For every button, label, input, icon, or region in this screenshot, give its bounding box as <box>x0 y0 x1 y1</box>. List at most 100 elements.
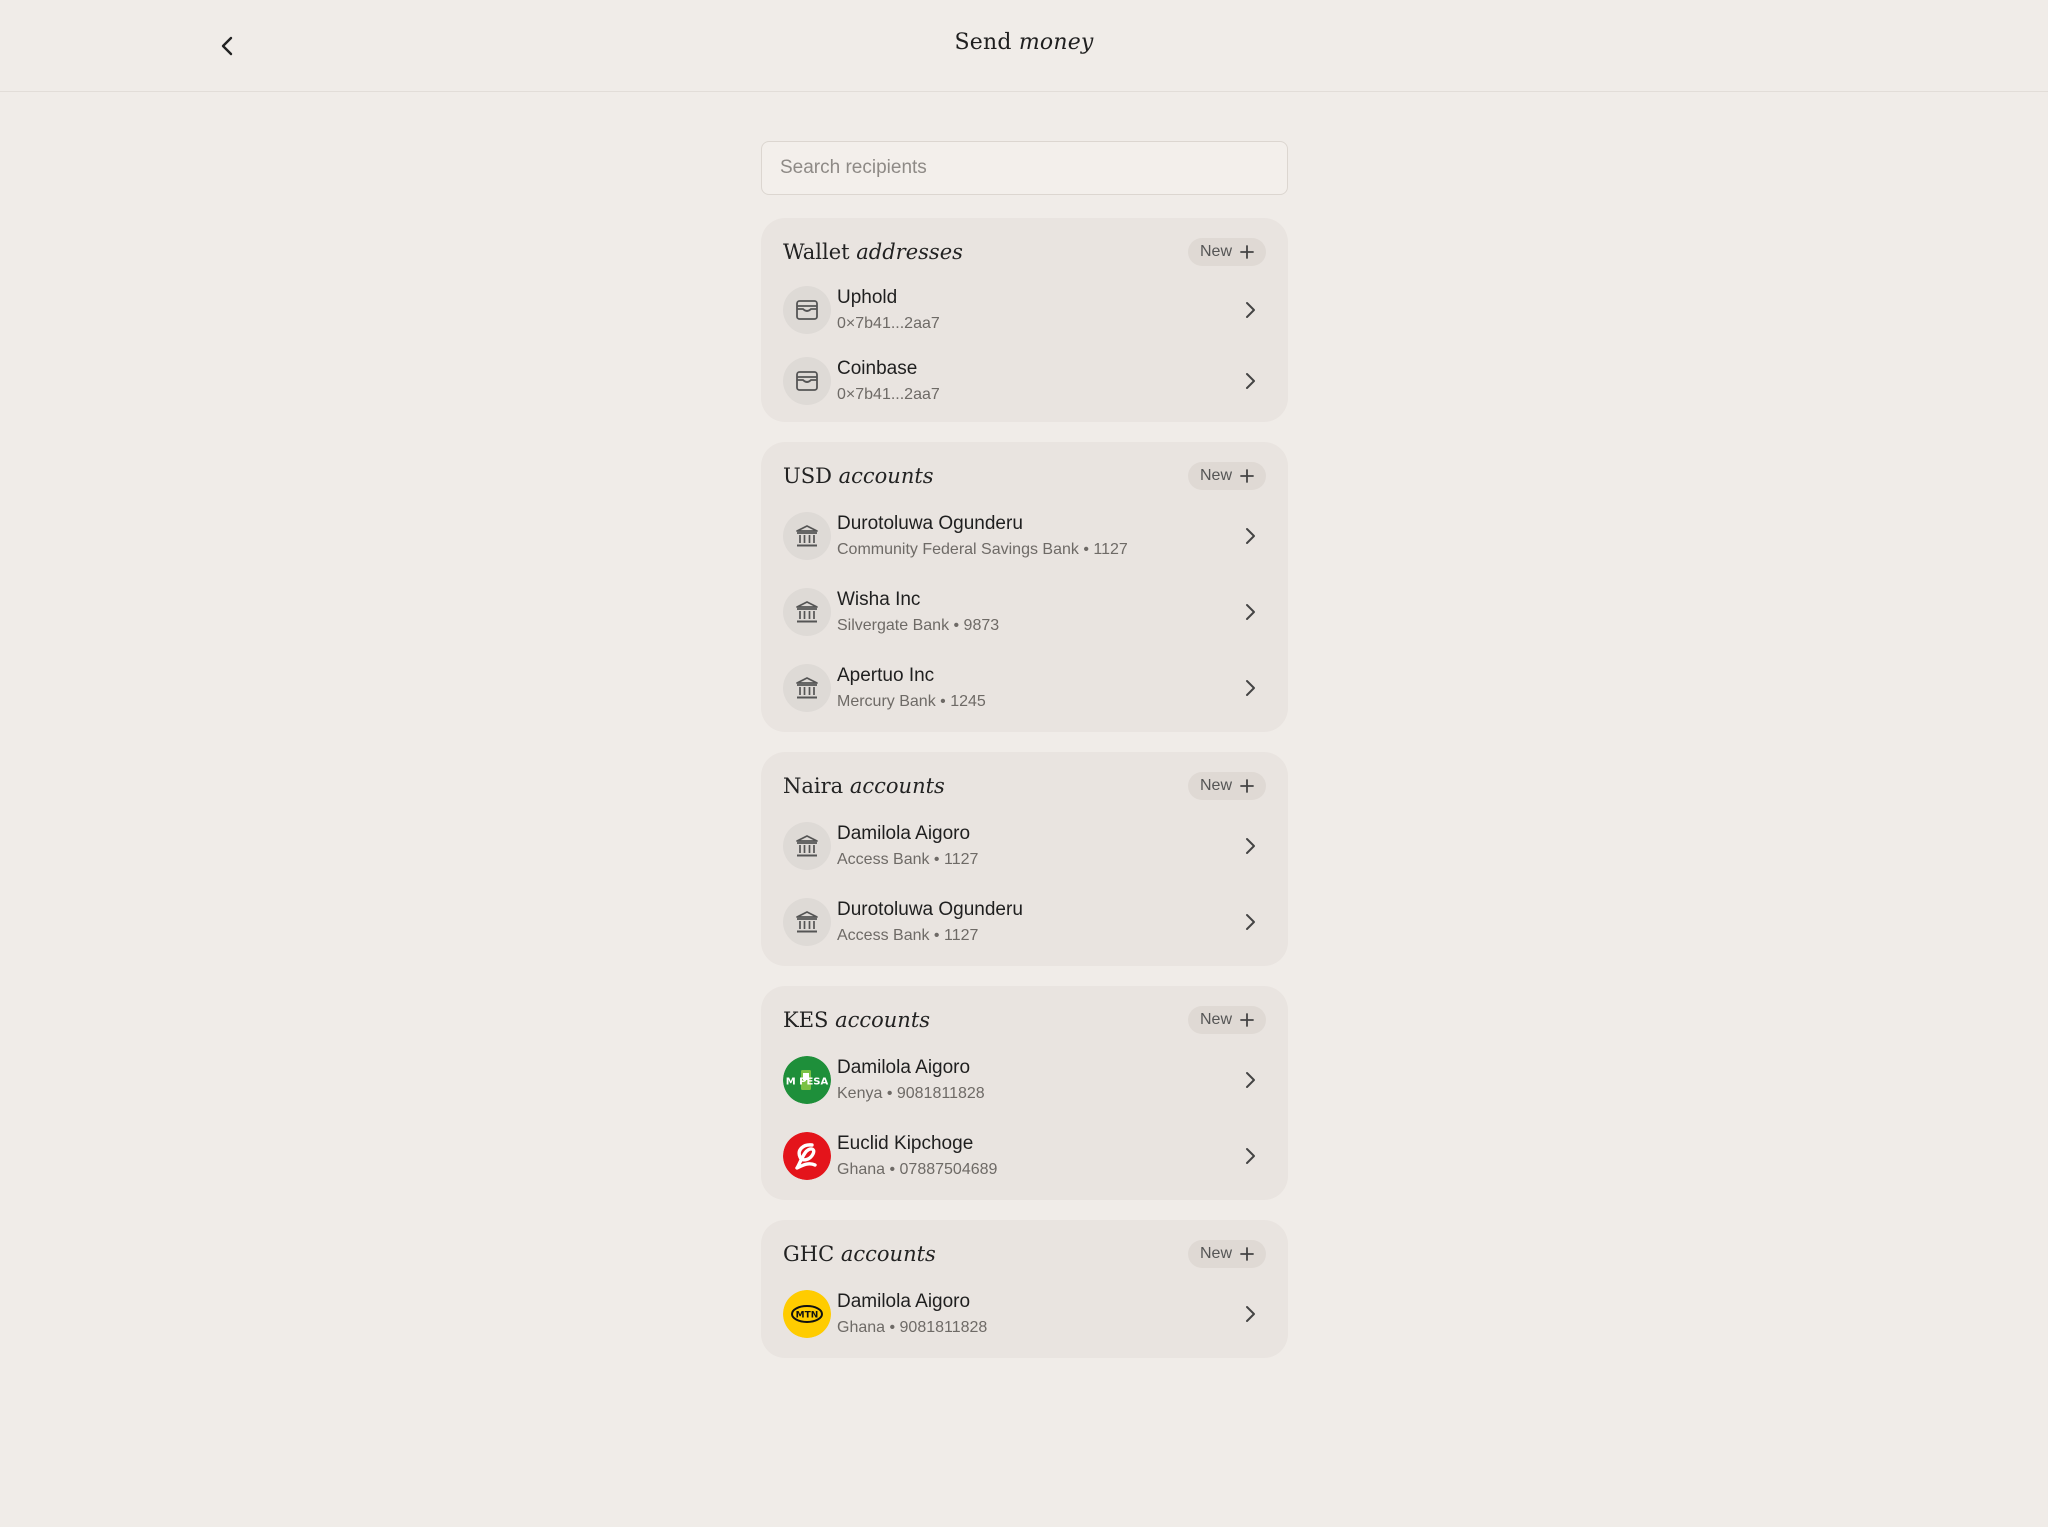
recipient-name: Durotoluwa Ogunderu <box>837 513 1023 534</box>
recipient-avatar <box>783 512 831 560</box>
search-input[interactable] <box>761 141 1288 195</box>
recipient-row[interactable]: Durotoluwa Ogunderu Community Federal Sav… <box>783 498 1266 574</box>
open-recipient-chevron[interactable] <box>1234 596 1266 628</box>
recipient-row[interactable]: Euclid Kipchoge Ghana • 07887504689 <box>783 1118 1266 1194</box>
new-button-label: New <box>1199 1011 1232 1028</box>
svg-text:M PESA: M PESA <box>786 1077 829 1088</box>
recipient-avatar <box>783 1132 831 1180</box>
open-recipient-chevron[interactable] <box>1234 294 1266 326</box>
recipient-account: Community Federal Savings Bank • 1127 <box>837 541 1128 558</box>
recipient-account: Mercury Bank • 1245 <box>837 693 986 710</box>
recipient-avatar <box>783 356 831 405</box>
recipient-avatar <box>783 822 831 870</box>
bank-icon <box>796 911 818 933</box>
wallet-icon <box>796 370 818 391</box>
chevron-right-icon <box>1246 528 1255 544</box>
plus-icon <box>1240 1013 1254 1027</box>
wallet-icon <box>796 299 818 320</box>
page-title-italic: money <box>1018 30 1094 55</box>
recipient-details: Durotoluwa Ogunderu Community Federal Sav… <box>837 511 1234 561</box>
open-recipient-chevron[interactable] <box>1234 1064 1266 1096</box>
section-title-plain: Wallet <box>783 240 850 264</box>
new-recipient-button[interactable]: New <box>1187 1240 1266 1268</box>
recipient-row[interactable]: Coinbase 0×7b41...2aa7 <box>783 345 1266 416</box>
section-title: Wallet addresses <box>783 240 963 264</box>
recipients-panel: Wallet addresses New Uphold0×7b41...2aa7 Co… <box>761 141 1288 1358</box>
recipient-avatar <box>783 898 831 946</box>
section-title-italic: addresses <box>856 240 963 264</box>
recipient-account: 0×7b41...2aa7 <box>837 385 940 403</box>
recipient-row[interactable]: MTN Damilola Aigoro Ghana • 9081811828 <box>783 1276 1266 1352</box>
section-title-plain: Naira <box>783 774 844 798</box>
new-recipient-button[interactable]: New <box>1187 772 1266 800</box>
section-title-plain: KES <box>783 1008 829 1032</box>
page-title-plain: Send <box>954 30 1012 55</box>
section-ghc: GHC accounts New MTN Damilola Aigoro Ghana •… <box>761 1220 1288 1358</box>
recipient-row[interactable]: Wisha Inc Silvergate Bank • 9873 <box>783 574 1266 650</box>
recipient-avatar <box>783 664 831 712</box>
recipient-account: Kenya • 9081811828 <box>837 1085 985 1102</box>
open-recipient-chevron[interactable] <box>1234 672 1266 704</box>
recipient-details: Wisha Inc Silvergate Bank • 9873 <box>837 587 1234 637</box>
open-recipient-chevron[interactable] <box>1234 830 1266 862</box>
section-header: Wallet addresses New <box>783 234 1266 270</box>
section-title: GHC accounts <box>783 1242 936 1266</box>
recipient-row[interactable]: Apertuo Inc Mercury Bank • 1245 <box>783 650 1266 726</box>
section-wallet: Wallet addresses New Uphold 0×7b41...2aa7 Co… <box>761 218 1288 422</box>
recipient-name: Wisha Inc <box>837 589 921 610</box>
open-recipient-chevron[interactable] <box>1234 906 1266 938</box>
mtn-logo: MTN <box>783 1290 831 1338</box>
chevron-right-icon <box>1246 1072 1255 1088</box>
new-button-label: New <box>1199 1245 1232 1262</box>
bank-icon <box>796 677 818 699</box>
section-header: KES accounts New <box>783 1002 1266 1038</box>
recipient-row[interactable]: Durotoluwa Ogunderu Access Bank • 1127 <box>783 884 1266 960</box>
recipient-row[interactable]: M PESA Damilola Aigoro Kenya • 9081811828 <box>783 1042 1266 1118</box>
open-recipient-chevron[interactable] <box>1234 1140 1266 1172</box>
bank-icon <box>796 525 818 547</box>
recipient-details: Uphold 0×7b41...2aa7 <box>837 285 1234 335</box>
open-recipient-chevron[interactable] <box>1234 1298 1266 1330</box>
bank-icon <box>796 601 818 623</box>
bank-icon <box>796 835 818 857</box>
section-title-italic: accounts <box>838 464 934 488</box>
section-title: Naira accounts <box>783 774 945 798</box>
chevron-right-icon <box>1246 301 1255 318</box>
recipient-name: Durotoluwa Ogunderu <box>837 899 1023 920</box>
section-naira: Naira accounts New Damilola Aigoro Access B… <box>761 752 1288 966</box>
chevron-right-icon <box>1246 372 1255 389</box>
section-usd: USD accounts New Durotoluwa Ogunderu Commun… <box>761 442 1288 732</box>
recipient-details: Coinbase 0×7b41...2aa7 <box>837 356 1234 406</box>
recipient-name: Damilola Aigoro <box>837 1057 971 1078</box>
recipient-name: Damilola Aigoro <box>837 1291 971 1312</box>
new-button-label: New <box>1199 777 1232 794</box>
recipient-account: Ghana • 07887504689 <box>837 1161 998 1178</box>
top-bar: Send money <box>0 0 2048 92</box>
plus-icon <box>1240 469 1254 483</box>
new-recipient-button[interactable]: New <box>1187 462 1266 490</box>
recipient-row[interactable]: Uphold 0×7b41...2aa7 <box>783 274 1266 345</box>
section-title: KES accounts <box>783 1008 930 1032</box>
plus-icon <box>1240 245 1254 259</box>
recipient-account: 0×7b41...2aa7 <box>837 314 940 332</box>
section-header: USD accounts New <box>783 458 1266 494</box>
chevron-right-icon <box>1246 914 1255 930</box>
recipient-name: Damilola Aigoro <box>837 823 971 844</box>
recipient-account: Access Bank • 1127 <box>837 927 979 944</box>
open-recipient-chevron[interactable] <box>1234 365 1266 397</box>
section-title: USD accounts <box>783 464 934 488</box>
recipient-avatar <box>783 588 831 636</box>
recipient-details: Apertuo Inc Mercury Bank • 1245 <box>837 663 1234 713</box>
recipient-row[interactable]: Damilola Aigoro Access Bank • 1127 <box>783 808 1266 884</box>
new-recipient-button[interactable]: New <box>1187 238 1266 266</box>
section-title-italic: accounts <box>840 1242 936 1266</box>
page-title: Send money <box>0 30 2048 55</box>
chevron-right-icon <box>1246 1148 1255 1164</box>
recipient-avatar <box>783 285 831 334</box>
sections-list: Wallet addresses New Uphold 0×7b41...2aa7 Co… <box>761 218 1288 1358</box>
open-recipient-chevron[interactable] <box>1234 520 1266 552</box>
recipient-name: Apertuo Inc <box>837 665 935 686</box>
recipient-account: Access Bank • 1127 <box>837 851 979 868</box>
new-recipient-button[interactable]: New <box>1187 1006 1266 1034</box>
recipient-avatar: M PESA <box>783 1056 831 1104</box>
